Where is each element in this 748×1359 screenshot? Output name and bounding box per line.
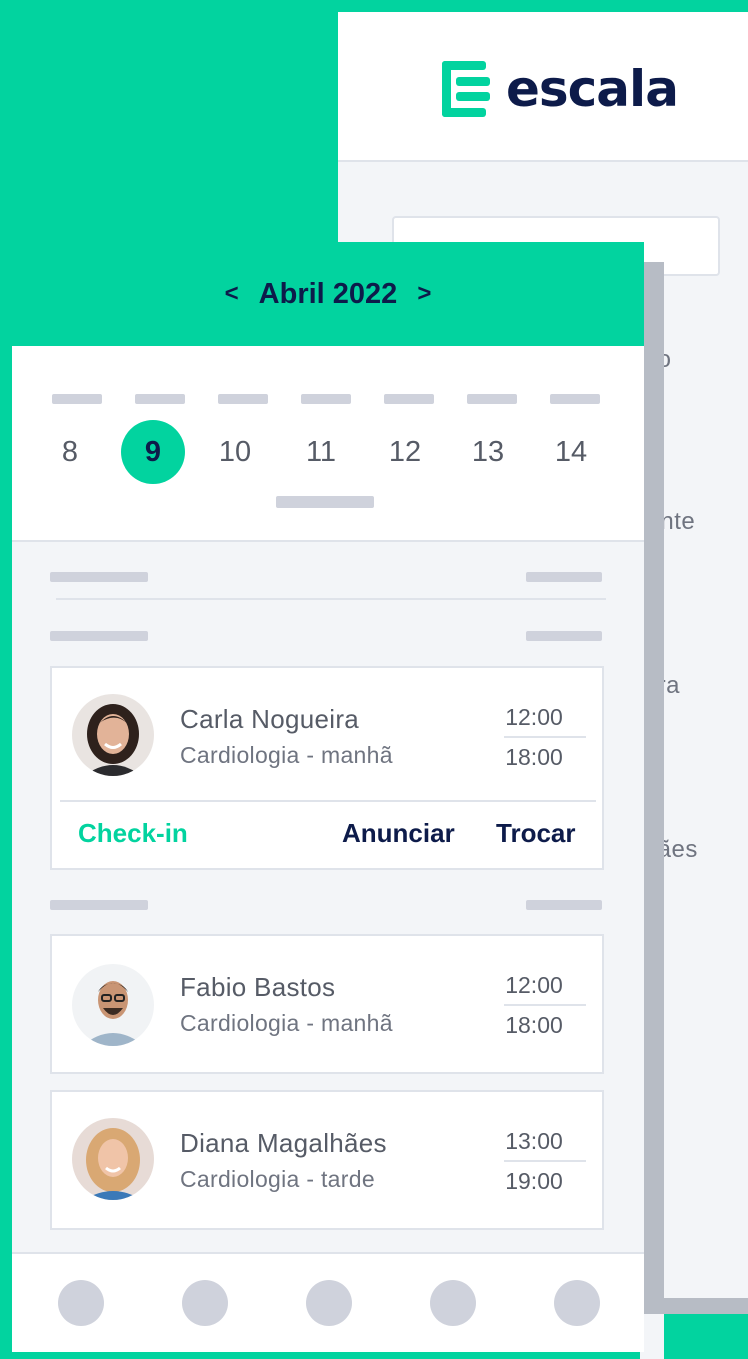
card-divider — [60, 800, 596, 802]
month-navigator: < Abril 2022 > — [225, 278, 432, 311]
doctor-name: Carla Nogueira — [180, 704, 360, 734]
desktop-header: escala — [338, 12, 748, 162]
day-11[interactable]: 11 — [289, 420, 353, 484]
doctor-specialty: Cardiologia - tarde — [180, 1166, 375, 1192]
calendar-header: < Abril 2022 > — [12, 242, 644, 346]
shift-end-time: 19:00 — [505, 1168, 563, 1194]
nav-dot-icon[interactable] — [554, 1280, 600, 1326]
doctor-name: Diana Magalhães — [180, 1128, 387, 1158]
doctor-specialty: Cardiologia - manhã — [180, 742, 393, 768]
avatar — [72, 694, 154, 776]
month-label: Abril 2022 — [258, 277, 398, 310]
nav-dot-icon[interactable] — [306, 1280, 352, 1326]
doctor-specialty: Cardiologia - manhã — [180, 1010, 393, 1036]
weekday-label-placeholder — [384, 394, 434, 404]
shift-card[interactable]: Diana Magalhães Cardiologia - tarde 13:0… — [50, 1090, 604, 1230]
avatar — [72, 964, 154, 1046]
time-divider — [504, 736, 586, 738]
doctor-name: Fabio Bastos — [180, 972, 336, 1002]
day-12[interactable]: 12 — [373, 420, 437, 484]
day-9-selected[interactable]: 9 — [121, 420, 185, 484]
day-10[interactable]: 10 — [203, 420, 267, 484]
section-label-placeholder — [50, 572, 148, 582]
section-value-placeholder — [526, 572, 602, 582]
day-8[interactable]: 8 — [38, 420, 102, 484]
swap-button[interactable]: Trocar — [496, 818, 576, 849]
day-13[interactable]: 13 — [456, 420, 520, 484]
shift-start-time: 13:00 — [505, 1128, 563, 1154]
bottom-nav — [12, 1252, 644, 1352]
section-value-placeholder — [526, 900, 602, 910]
escala-logo-icon — [442, 61, 490, 117]
section-label-placeholder — [50, 900, 148, 910]
weekday-label-placeholder — [135, 394, 185, 404]
green-corner — [664, 1314, 748, 1359]
weekday-label-placeholder — [467, 394, 517, 404]
nav-dot-icon[interactable] — [58, 1280, 104, 1326]
week-strip: 8 9 10 11 12 13 14 — [12, 346, 644, 542]
avatar — [72, 1118, 154, 1200]
shift-card[interactable]: Carla Nogueira Cardiologia - manhã 12:00… — [50, 666, 604, 870]
chevron-left-icon[interactable]: < — [225, 280, 239, 308]
weekday-label-placeholder — [52, 394, 102, 404]
weekday-label-placeholder — [301, 394, 351, 404]
checkin-button[interactable]: Check-in — [78, 818, 188, 849]
weekday-label-placeholder — [550, 394, 600, 404]
shift-end-time: 18:00 — [505, 744, 563, 770]
section-label-placeholder — [50, 631, 148, 641]
shift-card[interactable]: Fabio Bastos Cardiologia - manhã 12:00 1… — [50, 934, 604, 1074]
weekday-label-placeholder — [218, 394, 268, 404]
day-14[interactable]: 14 — [539, 420, 603, 484]
shift-start-time: 12:00 — [505, 704, 563, 730]
nav-dot-icon[interactable] — [182, 1280, 228, 1326]
shift-end-time: 18:00 — [505, 1012, 563, 1038]
announce-button[interactable]: Anunciar — [342, 818, 455, 849]
time-divider — [504, 1004, 586, 1006]
section-value-placeholder — [526, 631, 602, 641]
brand-name: escala — [506, 60, 679, 118]
chevron-right-icon[interactable]: > — [417, 280, 431, 308]
shift-start-time: 12:00 — [505, 972, 563, 998]
escala-logo: escala — [442, 60, 679, 118]
nav-dot-icon[interactable] — [430, 1280, 476, 1326]
divider — [56, 598, 606, 600]
mobile-app: < Abril 2022 > 8 9 10 11 12 13 14 Carla … — [12, 242, 644, 1352]
time-divider — [504, 1160, 586, 1162]
expand-handle[interactable] — [276, 496, 374, 508]
